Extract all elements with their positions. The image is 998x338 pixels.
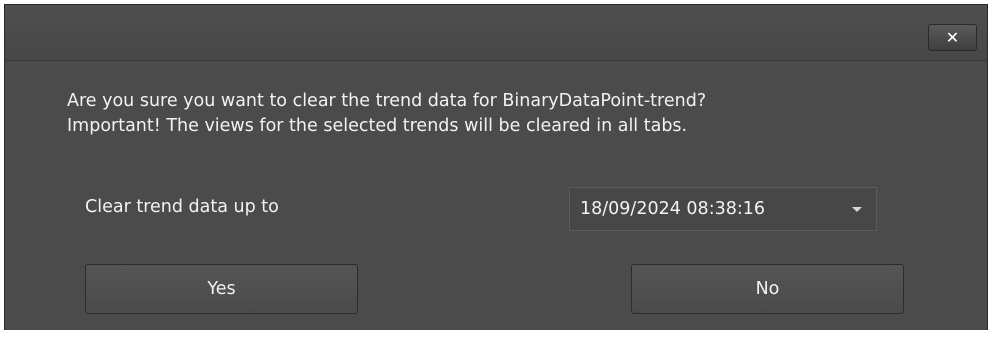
dialog-content: Are you sure you want to clear the trend… bbox=[5, 60, 987, 330]
close-button[interactable]: ✕ bbox=[928, 24, 977, 51]
close-icon: ✕ bbox=[945, 28, 960, 47]
clear-up-to-label: Clear trend data up to bbox=[85, 197, 279, 217]
message-line-1: Are you sure you want to clear the trend… bbox=[67, 91, 707, 111]
confirmation-message: Are you sure you want to clear the trend… bbox=[67, 89, 706, 139]
dialog-titlebar: ✕ bbox=[5, 5, 987, 60]
confirm-clear-trend-dialog: ✕ Are you sure you want to clear the tre… bbox=[4, 4, 988, 330]
no-button[interactable]: No bbox=[631, 264, 904, 314]
date-time-value: 18/09/2024 08:38:16 bbox=[580, 199, 766, 219]
yes-button[interactable]: Yes bbox=[85, 264, 358, 314]
date-time-dropdown[interactable]: 18/09/2024 08:38:16 bbox=[569, 187, 877, 231]
message-line-2: Important! The views for the selected tr… bbox=[67, 116, 688, 136]
chevron-down-icon[interactable] bbox=[852, 206, 862, 212]
